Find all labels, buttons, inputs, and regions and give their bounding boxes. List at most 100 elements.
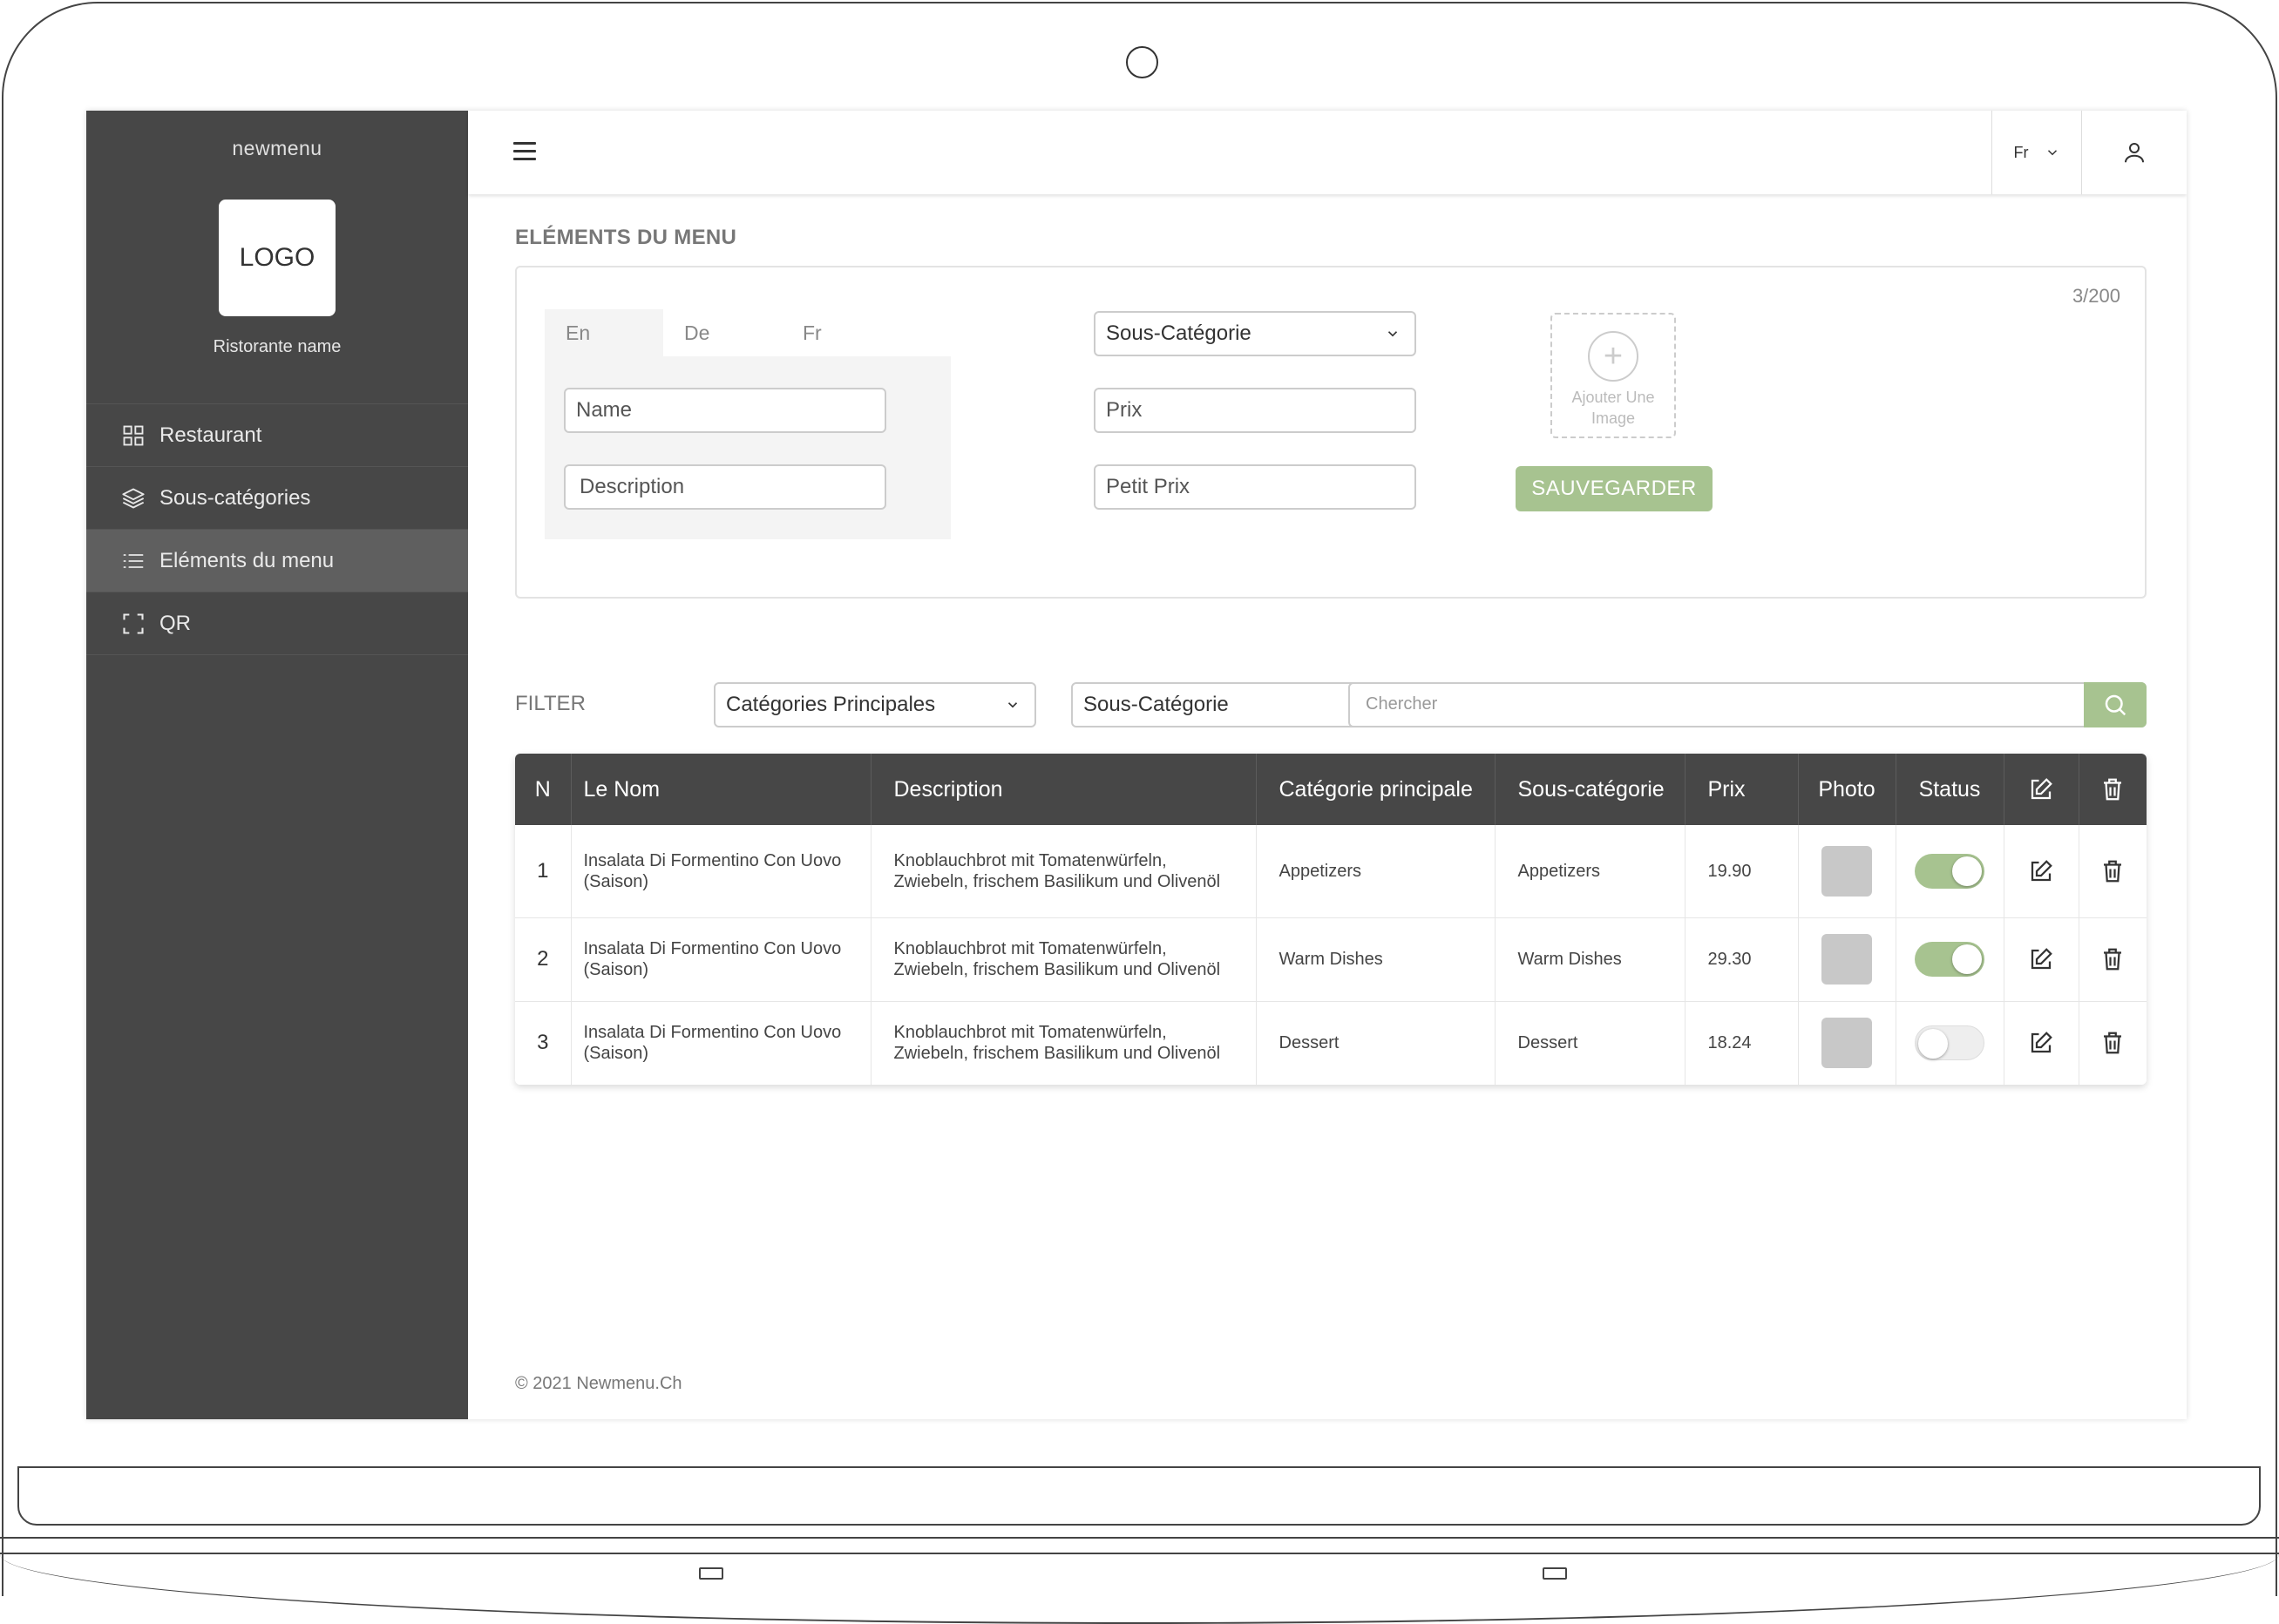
tab-en[interactable]: En: [545, 309, 663, 356]
main-content: ELÉMENTS DU MENU 3/200 En De Fr Name Des…: [468, 194, 2187, 1419]
row-number: 1: [515, 825, 572, 917]
edit-icon: [2031, 1032, 2052, 1053]
edit-button[interactable]: [2004, 825, 2079, 917]
item-main-category: Warm Dishes: [1256, 917, 1496, 1001]
item-description: Knoblauchbrot mit Tomatenwürfeln, Zwiebel…: [871, 825, 1257, 917]
item-photo[interactable]: [1821, 934, 1872, 985]
small-price-input[interactable]: [1106, 475, 1414, 499]
item-description: Knoblauchbrot mit Tomatenwürfeln, Zwiebel…: [871, 1001, 1257, 1085]
item-name: Insalata Di Formentino Con Uovo (Saison): [571, 917, 872, 1001]
item-photo-cell: [1798, 917, 1896, 1001]
laptop-foot-left: [699, 1567, 723, 1580]
name-input[interactable]: [576, 398, 885, 423]
language-selected: Fr: [2013, 143, 2029, 161]
filter-label: FILTER: [515, 692, 586, 715]
item-price: 29.30: [1685, 917, 1799, 1001]
delete-button[interactable]: [2079, 1001, 2147, 1085]
tab-fr[interactable]: Fr: [782, 309, 900, 356]
language-selector[interactable]: Fr: [1991, 111, 2082, 194]
row-number: 2: [515, 917, 572, 1001]
sidebar-item-restaurant[interactable]: Restaurant: [86, 404, 468, 467]
column-header-status: Status: [1896, 754, 2004, 825]
trash-icon: [2104, 860, 2122, 883]
restaurant-logo: LOGO: [219, 200, 336, 316]
language-tab-body: [545, 356, 951, 539]
laptop-base-edge: [0, 1537, 2279, 1539]
menu-items-table: N Le Nom Description Catégorie principal…: [515, 754, 2147, 1085]
table-row: 3 Insalata Di Formentino Con Uovo (Saison…: [515, 1001, 2147, 1085]
edit-icon: [2031, 778, 2052, 800]
add-image-label-line1: Ajouter Une: [1571, 389, 1655, 406]
item-main-category: Dessert: [1256, 1001, 1496, 1085]
search-button[interactable]: [2084, 682, 2147, 727]
item-photo[interactable]: [1821, 1018, 1872, 1069]
item-status-cell: [1896, 825, 2004, 917]
item-photo-cell: [1798, 825, 1896, 917]
laptop-foot-right: [1543, 1567, 1567, 1580]
edit-icon: [2031, 859, 2052, 881]
item-name: Insalata Di Formentino Con Uovo (Saison): [571, 1001, 872, 1085]
price-field[interactable]: [1094, 388, 1416, 433]
subcategory-filter-value: Sous-Catégorie: [1083, 693, 1229, 716]
search-input[interactable]: [1366, 694, 2045, 714]
sidebar-nav: Restaurant Sous-catégories Eléments du m…: [86, 403, 468, 655]
column-header-main-category: Catégorie principale: [1256, 754, 1496, 825]
camera-icon: [1126, 46, 1158, 78]
status-toggle[interactable]: [1915, 853, 1984, 889]
save-button[interactable]: SAUVEGARDER: [1516, 466, 1713, 511]
sidebar-item-qr[interactable]: QR: [86, 592, 468, 655]
column-header-name: Le Nom: [571, 754, 872, 825]
item-price: 18.24: [1685, 1001, 1799, 1085]
list-icon: [121, 549, 146, 573]
chevron-down-icon: [1387, 331, 1398, 337]
laptop-base-front: [17, 1466, 2261, 1526]
small-price-field[interactable]: [1094, 464, 1416, 510]
search-icon: [2105, 694, 2126, 716]
footer-copyright: © 2021 Newmenu.Ch: [515, 1374, 682, 1393]
column-header-n: N: [515, 754, 572, 825]
delete-button[interactable]: [2079, 825, 2147, 917]
table-row: 2 Insalata Di Formentino Con Uovo (Saison…: [515, 917, 2147, 1001]
item-subcategory: Warm Dishes: [1495, 917, 1686, 1001]
sidebar-item-subcategories[interactable]: Sous-catégories: [86, 467, 468, 530]
restaurant-name: Ristorante name: [213, 337, 342, 356]
table-header-row: N Le Nom Description Catégorie principal…: [515, 754, 2147, 825]
description-field[interactable]: [564, 464, 886, 510]
search-field[interactable]: [1348, 682, 2147, 727]
item-main-category: Appetizers: [1256, 825, 1496, 917]
item-status-cell: [1896, 1001, 2004, 1085]
sidebar-item-label: QR: [159, 611, 191, 635]
trash-icon: [2104, 778, 2122, 801]
menu-item-form: 3/200 En De Fr Sous-Catégorie: [515, 266, 2147, 599]
hamburger-menu-icon[interactable]: [513, 142, 536, 161]
sidebar-item-label: Eléments du menu: [159, 548, 335, 572]
delete-button[interactable]: [2079, 917, 2147, 1001]
sidebar-item-menu-elements[interactable]: Eléments du menu: [86, 530, 468, 592]
chevron-down-icon: [2047, 150, 2057, 156]
edit-button[interactable]: [2004, 917, 2079, 1001]
edit-icon: [2031, 948, 2052, 970]
main-category-filter[interactable]: Catégories Principales: [714, 682, 1036, 727]
layers-icon: [121, 486, 146, 511]
status-toggle[interactable]: [1915, 1025, 1984, 1061]
plus-circle-icon: +: [1588, 331, 1638, 382]
edit-button[interactable]: [2004, 1001, 2079, 1085]
price-input[interactable]: [1106, 398, 1414, 423]
subcategory-select-value: Sous-Catégorie: [1106, 321, 1251, 345]
add-image-dropzone[interactable]: + Ajouter Une Image: [1550, 313, 1676, 438]
item-status-cell: [1896, 917, 2004, 1001]
status-toggle[interactable]: [1915, 942, 1984, 977]
item-subcategory: Dessert: [1495, 1001, 1686, 1085]
tab-de[interactable]: De: [663, 309, 782, 356]
subcategory-select[interactable]: Sous-Catégorie: [1094, 311, 1416, 356]
subcategory-filter[interactable]: Sous-Catégorie: [1071, 682, 1394, 727]
user-icon: [2125, 143, 2144, 163]
user-account-button[interactable]: [2082, 111, 2187, 194]
name-field[interactable]: [564, 388, 886, 433]
column-header-price: Prix: [1685, 754, 1799, 825]
description-input[interactable]: [580, 475, 885, 499]
column-header-edit: [2004, 754, 2079, 825]
sidebar: newmenu LOGO Ristorante name Restaurant …: [86, 111, 468, 1419]
trash-icon: [2104, 1032, 2122, 1054]
item-photo[interactable]: [1821, 845, 1872, 897]
